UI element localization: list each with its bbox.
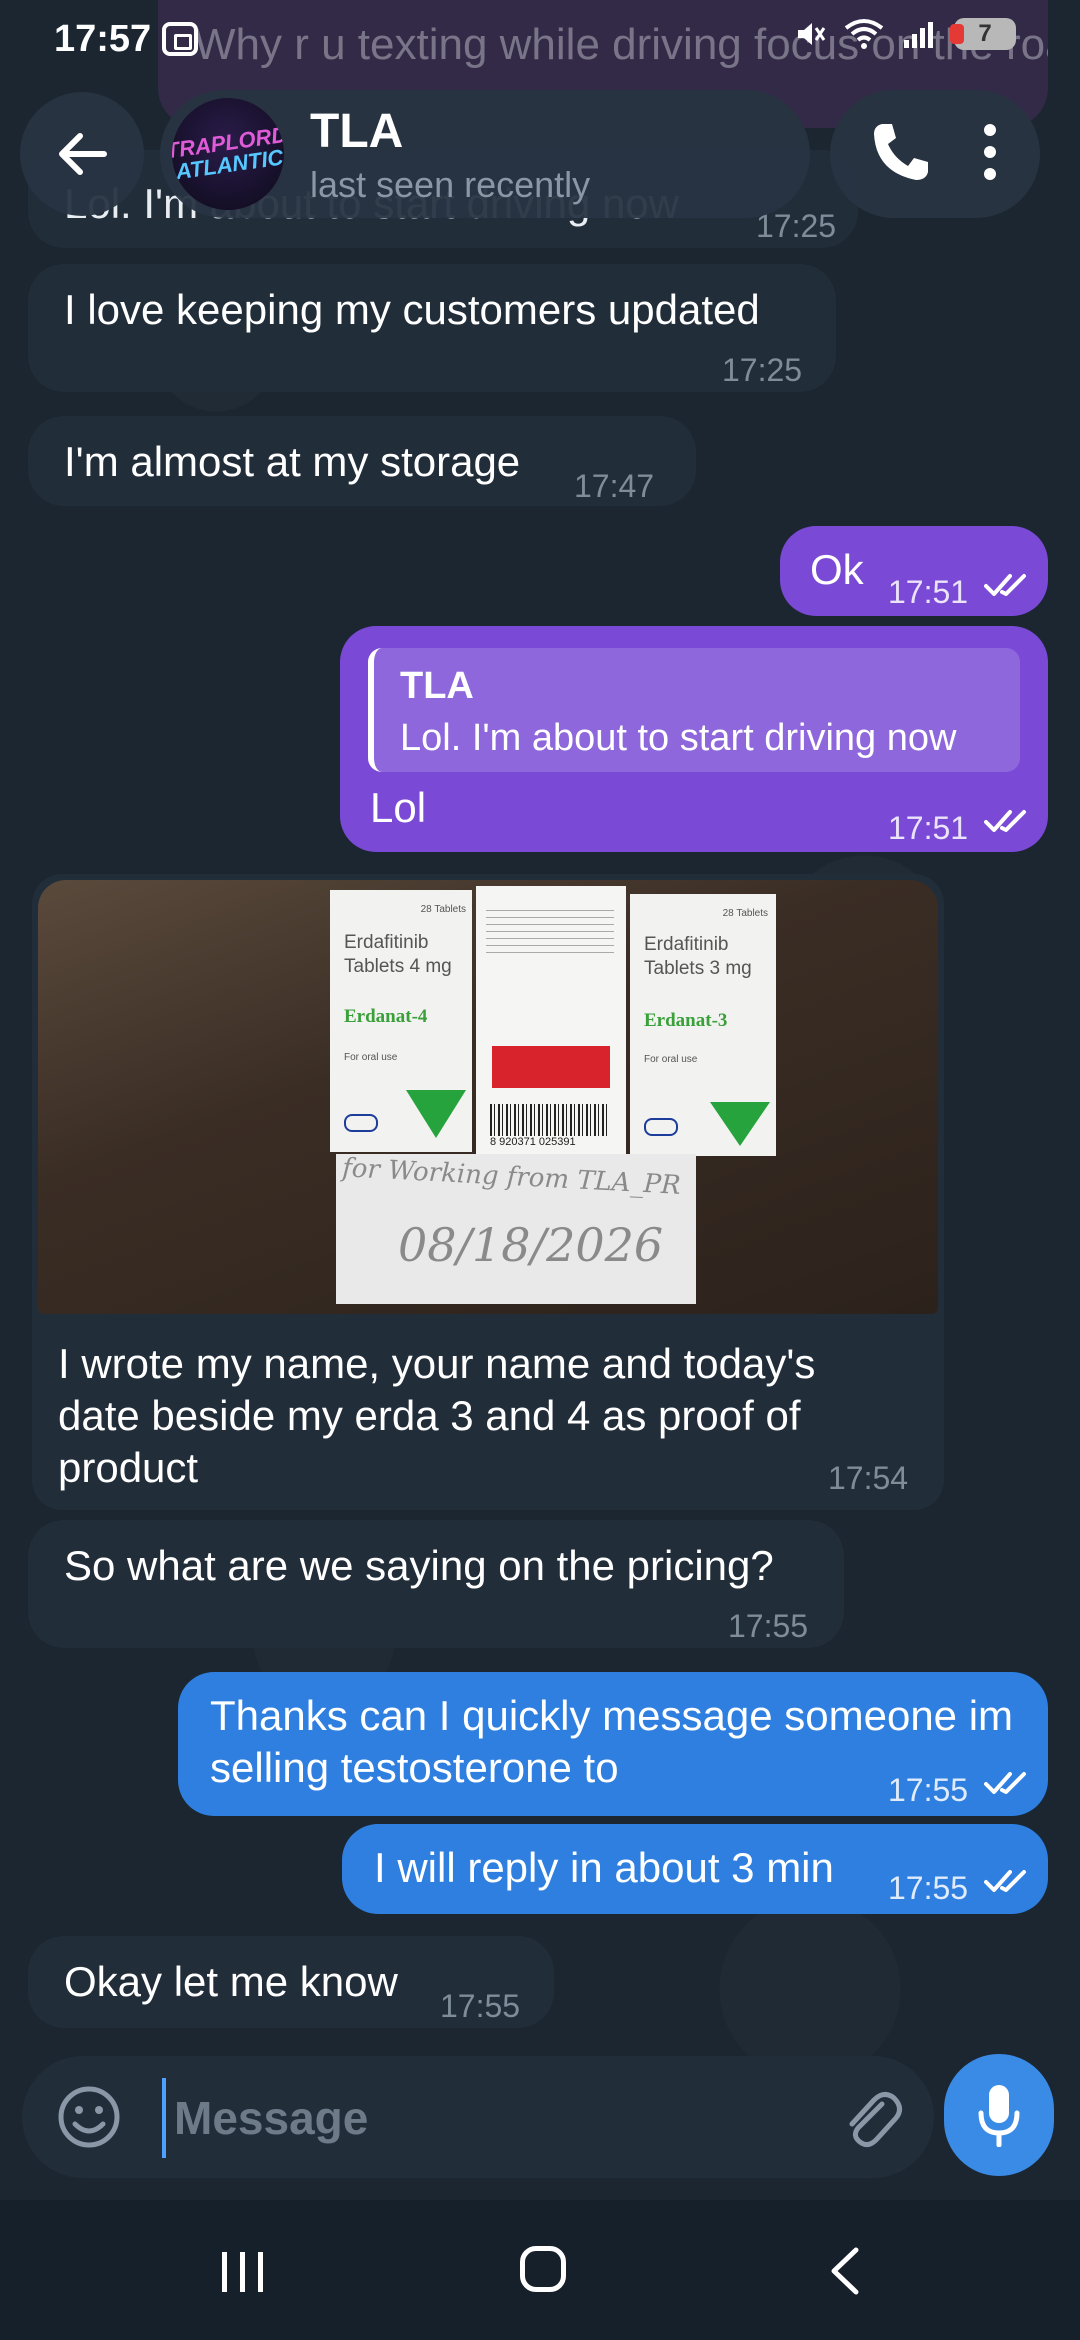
contact-status: last seen recently	[310, 164, 591, 205]
handwritten-note: for Working from TLA_PR 08/18/2026	[336, 1153, 696, 1304]
status-time: 17:57	[54, 18, 152, 60]
arrow-left-icon	[59, 133, 107, 175]
medicine-box-4mg: 28 Tablets Erdafitinib Tablets 4 mg Erda…	[330, 890, 472, 1152]
message-time: 17:51	[888, 574, 969, 610]
medicine-box-middle: 8 920371 025391	[476, 886, 626, 1156]
message-time: 17:51	[888, 810, 969, 846]
message-composer	[22, 2056, 934, 2178]
message-text: I wrote my name, your name and today's d…	[58, 1340, 816, 1491]
message-outgoing[interactable]: I will reply in about 3 min 17:55	[342, 1824, 1048, 1914]
message-incoming[interactable]: I love keeping my customers updated 17:2…	[28, 264, 836, 392]
header-actions	[830, 90, 1040, 218]
recents-icon[interactable]	[218, 2250, 268, 2294]
message-list[interactable]: Lol. I'm about to start driving now 17:2…	[0, 0, 1080, 2050]
message-outgoing-reply[interactable]: TLA Lol. I'm about to start driving now …	[340, 626, 1048, 852]
message-text: Lol	[370, 784, 427, 831]
message-input[interactable]	[162, 2078, 816, 2158]
message-time: 17:47	[574, 468, 655, 504]
more-vert-icon[interactable]	[980, 122, 1000, 182]
message-outgoing[interactable]: Thanks can I quickly message someone im …	[178, 1672, 1048, 1816]
message-incoming[interactable]: Okay let me know 17:55	[28, 1936, 554, 2028]
read-checks-icon	[984, 810, 1026, 832]
message-text: So what are we saying on the pricing?	[64, 1542, 774, 1589]
phone-icon[interactable]	[870, 120, 930, 184]
message-time: 17:55	[440, 1988, 521, 2024]
signal-icon	[904, 22, 933, 48]
system-nav-bar	[0, 2200, 1080, 2340]
status-bar: 17:57 7	[0, 0, 1080, 88]
message-text: Ok	[810, 546, 864, 593]
wifi-icon	[844, 19, 884, 49]
screenshot-icon	[162, 22, 198, 56]
message-text: Okay let me know	[64, 1958, 398, 2005]
message-time: 17:55	[728, 1608, 809, 1644]
back-button[interactable]	[20, 92, 144, 216]
microphone-icon	[978, 2085, 1020, 2147]
message-time: 17:55	[888, 1870, 969, 1906]
nav-back-icon[interactable]	[826, 2246, 862, 2296]
voice-record-button[interactable]	[944, 2054, 1054, 2176]
contact-name: TLA	[310, 105, 404, 158]
battery-indicator: 7	[950, 18, 1016, 50]
message-time: 17:54	[828, 1460, 909, 1496]
emoji-icon[interactable]	[56, 2084, 122, 2150]
avatar[interactable]: TRAPLORD ATLANTIC	[164, 90, 292, 218]
chat-header: TRAPLORD ATLANTIC TLA last seen recently	[0, 88, 1080, 218]
reply-text: Lol. I'm about to start driving now	[400, 717, 957, 759]
medicine-box-3mg: 28 Tablets Erdafitinib Tablets 3 mg Erda…	[630, 894, 776, 1156]
message-incoming[interactable]: I'm almost at my storage 17:47	[28, 416, 696, 506]
message-incoming[interactable]: So what are we saying on the pricing? 17…	[28, 1520, 844, 1648]
message-text: I will reply in about 3 min	[374, 1844, 834, 1891]
reply-quote[interactable]: TLA Lol. I'm about to start driving now	[368, 648, 1020, 772]
message-text: I love keeping my customers updated	[64, 286, 760, 333]
product-photo[interactable]: 28 Tablets Erdafitinib Tablets 4 mg Erda…	[38, 880, 938, 1314]
status-icons: 7	[794, 18, 1016, 50]
message-time: 17:25	[722, 352, 803, 388]
contact-info[interactable]: TRAPLORD ATLANTIC TLA last seen recently	[160, 90, 810, 218]
mute-icon	[798, 23, 826, 45]
read-checks-icon	[984, 574, 1026, 596]
read-checks-icon	[984, 1870, 1026, 1892]
reply-author: TLA	[400, 665, 474, 707]
message-time: 17:55	[888, 1772, 969, 1808]
read-checks-icon	[984, 1772, 1026, 1794]
message-outgoing[interactable]: Ok 17:51	[780, 526, 1048, 616]
message-text: I'm almost at my storage	[64, 438, 521, 485]
home-icon[interactable]	[520, 2246, 566, 2292]
paperclip-icon[interactable]	[838, 2086, 904, 2152]
